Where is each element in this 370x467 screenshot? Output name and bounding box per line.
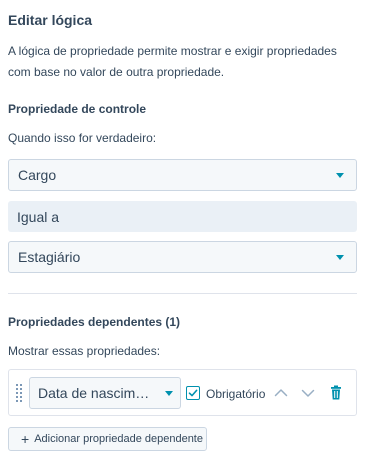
chevron-down-icon (301, 389, 315, 397)
drag-handle-icon[interactable] (16, 384, 22, 402)
control-hint: Quando isso for verdadeiro: (8, 131, 157, 145)
add-dependent-property-button[interactable]: + Adicionar propriedade dependente (8, 427, 207, 451)
delete-button[interactable] (327, 384, 345, 402)
caret-down-icon (165, 391, 173, 396)
match-value-select[interactable]: Estagiário (8, 241, 357, 273)
required-label: Obrigatório (206, 387, 266, 401)
operator-value: Igual a (17, 208, 60, 225)
section-divider (8, 293, 357, 294)
plus-icon: + (21, 431, 30, 447)
caret-down-icon (336, 173, 344, 178)
move-up-button[interactable] (272, 384, 290, 402)
trash-icon (331, 385, 341, 400)
required-checkbox[interactable] (186, 386, 200, 400)
dependents-hint: Mostrar essas propriedades: (8, 344, 161, 358)
checkbox-icon (188, 389, 198, 397)
add-dependent-property-label: Adicionar propriedade dependente (34, 433, 203, 445)
control-property-value: Cargo (18, 167, 57, 183)
move-down-button[interactable] (299, 384, 317, 402)
dependent-property-value: Data de nascimen... (38, 385, 156, 401)
control-property-select[interactable]: Cargo (8, 159, 357, 191)
match-value: Estagiário (18, 249, 81, 265)
dependent-property-select[interactable]: Data de nascimen... (29, 377, 181, 409)
dependents-heading: Propriedades dependentes (1) (8, 315, 181, 329)
chevron-up-icon (274, 389, 288, 397)
operator-field: Igual a (8, 201, 357, 232)
panel-description: A lógica de propriedade permite mostrar … (8, 44, 337, 79)
panel-title: Editar lógica (8, 12, 93, 28)
caret-down-icon (336, 255, 344, 260)
control-heading: Propriedade de controle (8, 102, 147, 116)
dependent-property-row: Data de nascimen... Obrigatório (8, 369, 357, 416)
